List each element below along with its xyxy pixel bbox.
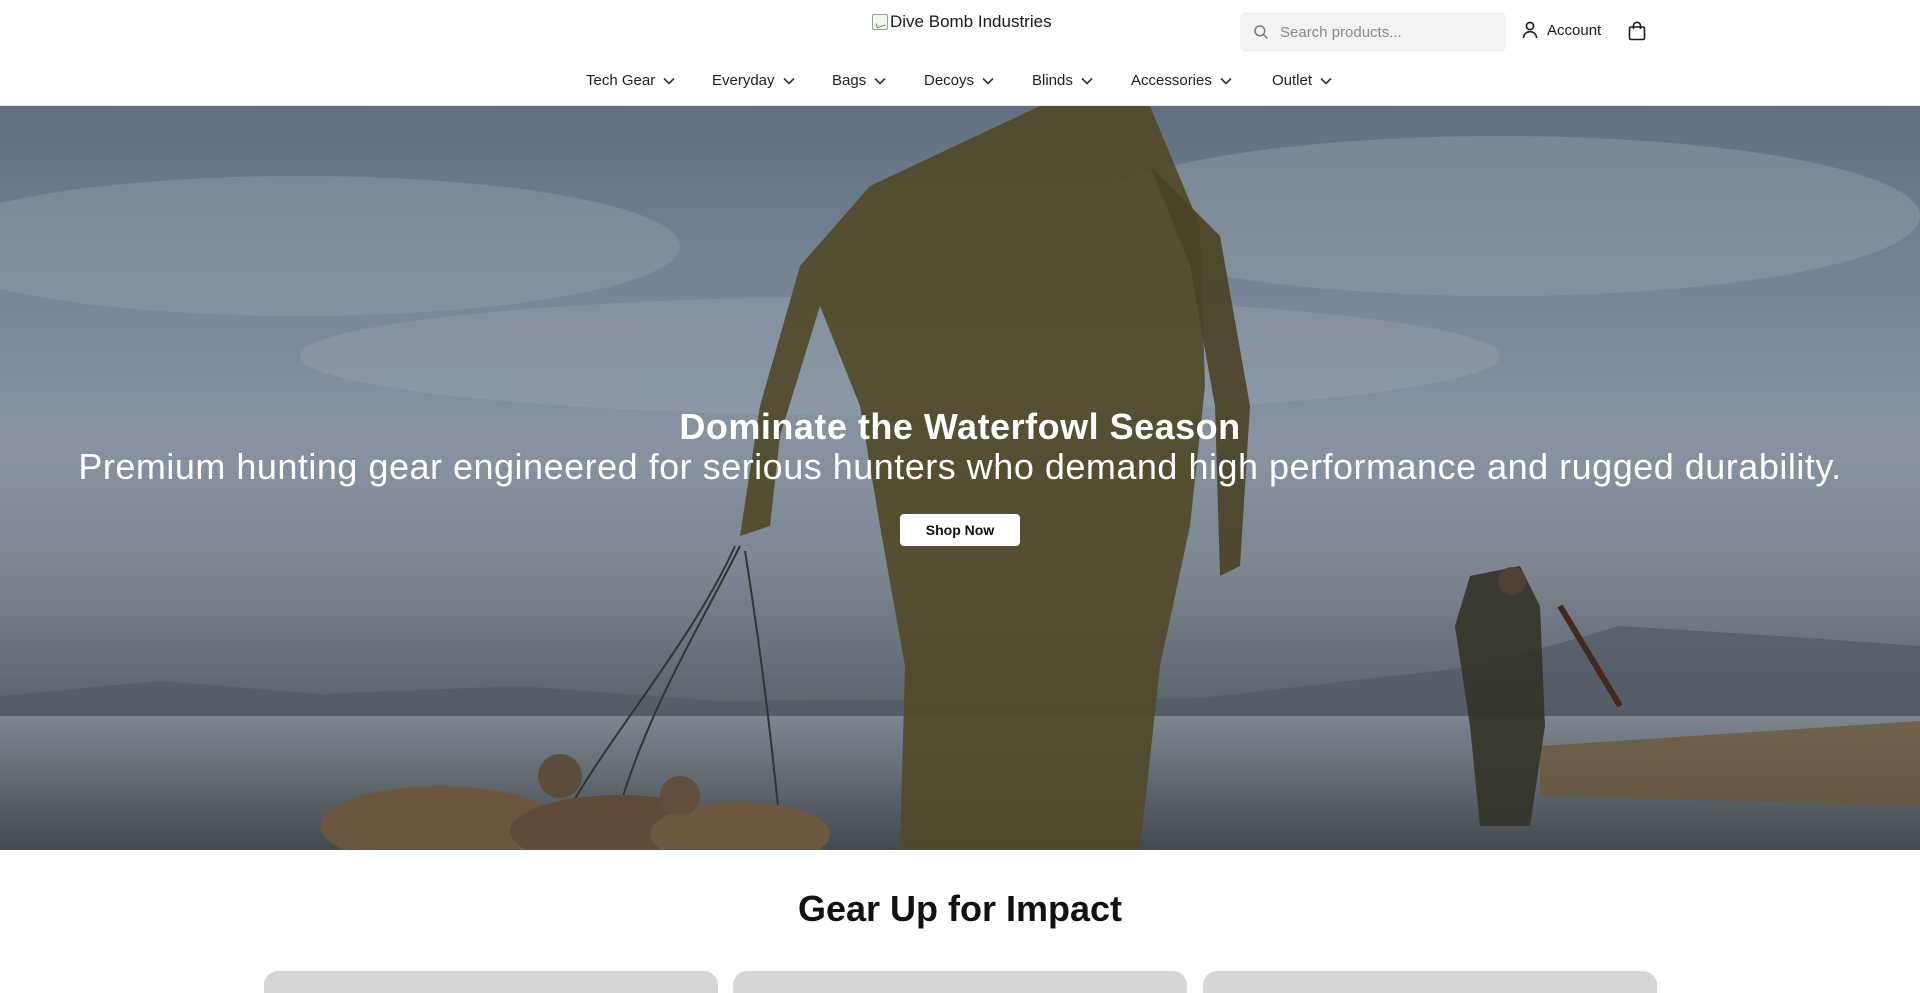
broken-image-icon — [872, 14, 888, 30]
search-bar[interactable] — [1240, 12, 1506, 52]
nav-item-tech-gear[interactable]: Tech Gear — [586, 72, 675, 89]
logo-link[interactable]: Dive Bomb Industries — [872, 12, 1052, 32]
chevron-down-icon — [1081, 77, 1093, 85]
chevron-down-icon — [782, 77, 795, 85]
nav-item-decoys[interactable]: Decoys — [924, 72, 994, 89]
product-card[interactable] — [1203, 971, 1657, 993]
logo-alt-text: Dive Bomb Industries — [890, 12, 1052, 31]
nav-item-label: Tech Gear — [586, 72, 656, 89]
chevron-down-icon — [663, 77, 675, 85]
hero-banner: Dominate the Waterfowl Season Premium hu… — [0, 106, 1920, 850]
nav-item-label: Decoys — [924, 72, 975, 89]
chevron-down-icon — [874, 77, 886, 85]
nav-item-label: Blinds — [1032, 72, 1073, 89]
shop-now-button[interactable]: Shop Now — [900, 514, 1020, 546]
chevron-down-icon — [1220, 77, 1232, 85]
nav-item-label: Bags — [832, 72, 867, 89]
product-card[interactable] — [264, 971, 718, 993]
nav-item-outlet[interactable]: Outlet — [1272, 72, 1332, 89]
account-label: Account — [1547, 21, 1602, 39]
search-input[interactable] — [1280, 23, 1480, 41]
cart-button[interactable] — [1628, 21, 1646, 46]
hero-subtitle: Premium hunting gear engineered for seri… — [78, 446, 1842, 487]
shopping-bag-icon — [1628, 21, 1646, 41]
site-header: Dive Bomb Industries Account Tech Gear E… — [0, 0, 1920, 106]
nav-item-everyday[interactable]: Everyday — [712, 72, 795, 89]
user-icon — [1522, 21, 1538, 39]
nav-item-blinds[interactable]: Blinds — [1032, 72, 1093, 89]
chevron-down-icon — [982, 77, 994, 85]
account-link[interactable]: Account — [1522, 21, 1601, 39]
chevron-down-icon — [1320, 77, 1332, 85]
hero-title: Dominate the Waterfowl Season — [679, 406, 1241, 447]
nav-item-bags[interactable]: Bags — [832, 72, 886, 89]
nav-item-label: Everyday — [712, 72, 775, 89]
nav-item-accessories[interactable]: Accessories — [1131, 72, 1232, 89]
nav-item-label: Accessories — [1131, 72, 1212, 89]
product-card[interactable] — [733, 971, 1187, 993]
section-title: Gear Up for Impact — [797, 888, 1123, 929]
search-icon — [1254, 25, 1268, 39]
nav-item-label: Outlet — [1272, 72, 1313, 89]
main-nav: Tech Gear Everyday Bags Decoys Blinds Ac… — [0, 72, 1920, 94]
